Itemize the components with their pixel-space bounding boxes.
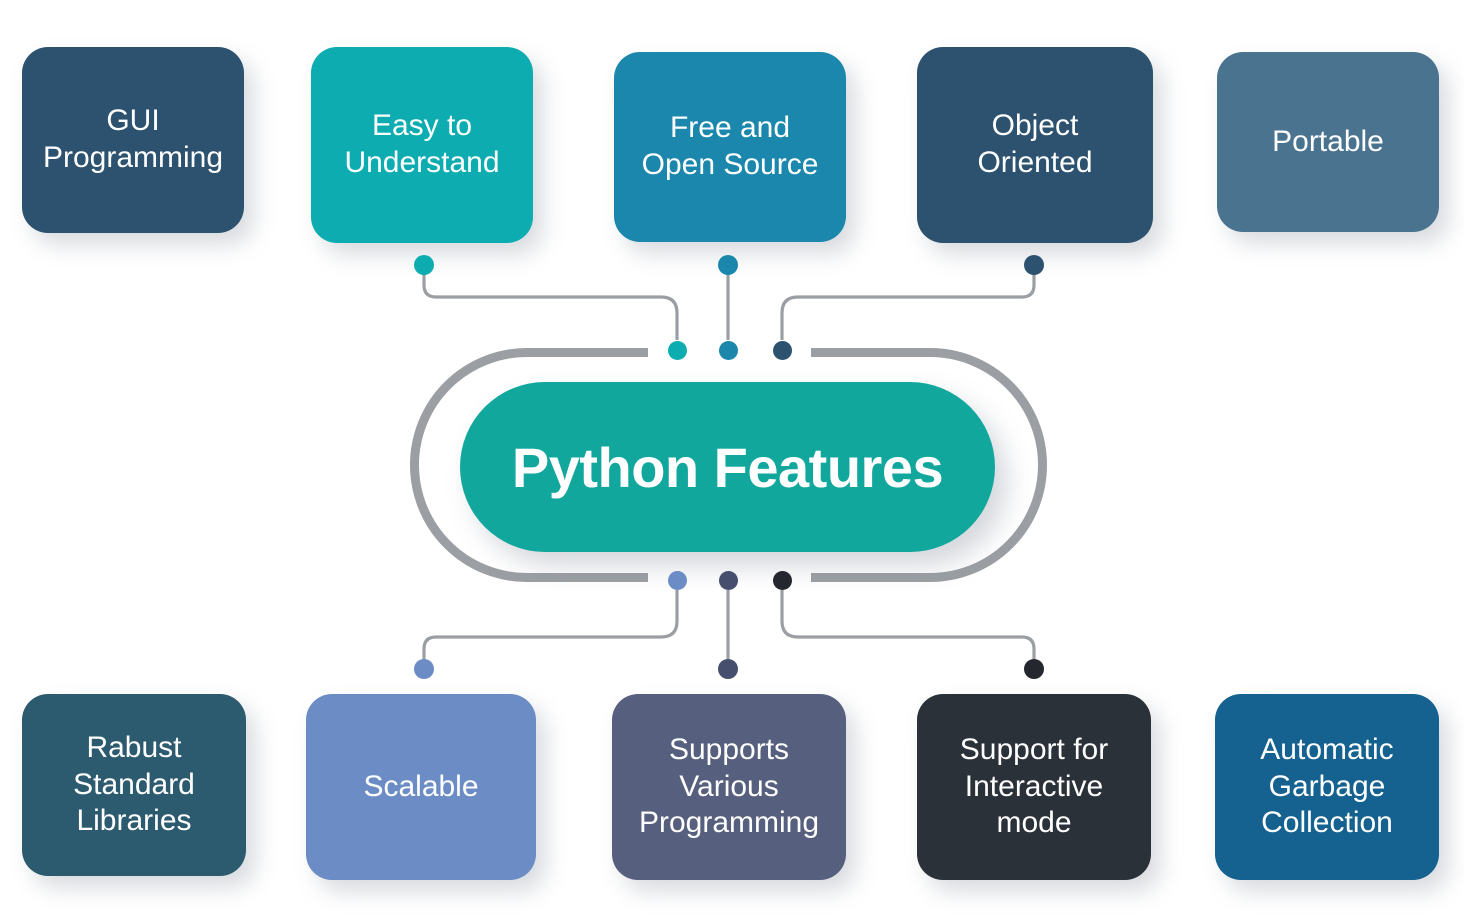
connector-path <box>422 586 679 663</box>
center-node-label: Python Features <box>511 435 944 499</box>
feature-card-label: Rabust Standard Libraries <box>73 731 195 838</box>
center-node[interactable]: Python Features <box>460 382 995 552</box>
connector-dot-inner-support-for-interactive-mode <box>772 570 792 590</box>
connector-dot-inner-supports-various-programming <box>718 570 738 590</box>
connector-dot-outer-object-oriented <box>1024 255 1044 275</box>
feature-card-free-and-open-source[interactable]: Free and Open Source <box>614 52 846 242</box>
feature-card-object-oriented[interactable]: Object Oriented <box>917 47 1153 243</box>
feature-card-rabust-standard-libraries[interactable]: Rabust Standard Libraries <box>22 694 246 876</box>
feature-card-label: Scalable <box>363 769 479 803</box>
feature-card-label: Automatic Garbage Collection <box>1260 733 1394 840</box>
diagram-canvas: Python Features GUI Programming Easy to U… <box>0 0 1464 919</box>
feature-card-gui-programming[interactable]: GUI Programming <box>22 47 244 233</box>
feature-card-label: Portable <box>1272 124 1384 158</box>
connector-dot-outer-free-and-open-source <box>718 255 738 275</box>
feature-card-label: Supports Various Programming <box>638 733 820 840</box>
connector-dot-inner-free-and-open-source <box>718 340 738 360</box>
feature-card-label: GUI Programming <box>42 104 224 174</box>
connector-dot-outer-support-for-interactive-mode <box>1024 659 1044 679</box>
connector-dot-inner-easy-to-understand <box>667 340 687 360</box>
feature-card-supports-various-programming[interactable]: Supports Various Programming <box>612 694 846 880</box>
connector-dot-outer-scalable <box>414 659 434 679</box>
connector-dot-inner-scalable <box>667 570 687 590</box>
feature-card-label: Free and Open Source <box>641 111 819 181</box>
feature-card-scalable[interactable]: Scalable <box>306 694 536 880</box>
connector-path <box>422 271 679 344</box>
feature-card-easy-to-understand[interactable]: Easy to Understand <box>311 47 533 243</box>
connector-path <box>780 586 1036 663</box>
feature-card-label: Object Oriented <box>977 109 1093 179</box>
connector-path <box>780 271 1036 344</box>
connector-dot-outer-easy-to-understand <box>414 255 434 275</box>
connector-dot-outer-supports-various-programming <box>718 659 738 679</box>
connector-dot-inner-object-oriented <box>772 340 792 360</box>
feature-card-automatic-garbage-collection[interactable]: Automatic Garbage Collection <box>1215 694 1439 880</box>
feature-card-label: Easy to Understand <box>344 109 500 179</box>
feature-card-support-for-interactive-mode[interactable]: Support for Interactive mode <box>917 694 1151 880</box>
feature-card-portable[interactable]: Portable <box>1217 52 1439 232</box>
feature-card-label: Support for Interactive mode <box>959 733 1109 840</box>
